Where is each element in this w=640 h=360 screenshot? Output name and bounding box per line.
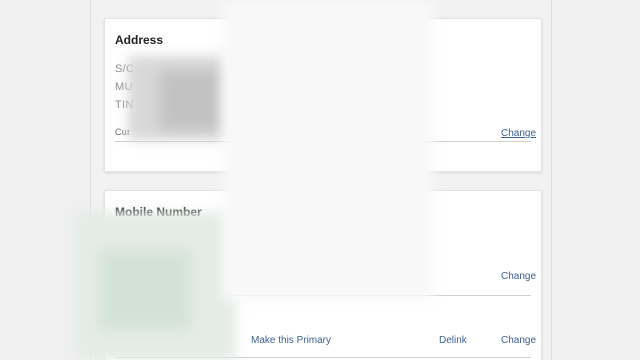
mobile-change-link-1[interactable]: Change [501,271,536,282]
address-card-title: Address [115,33,164,47]
redaction-blur-mobile-inner [100,250,190,330]
redaction-blur-center [222,0,434,300]
mobile-change-link-2[interactable]: Change [501,335,536,346]
make-primary-link[interactable]: Make this Primary [251,335,331,346]
address-change-link[interactable]: Change [501,128,536,139]
delink-link[interactable]: Delink [439,335,467,346]
redaction-blur-address-dark [160,70,220,130]
